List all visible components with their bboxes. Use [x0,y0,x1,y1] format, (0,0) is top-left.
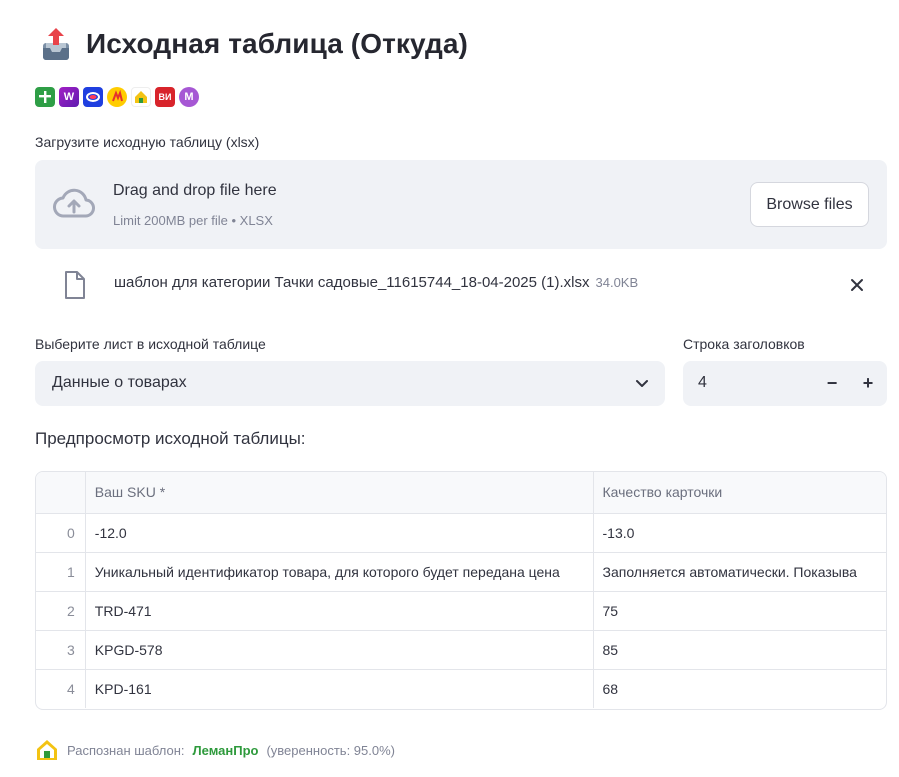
row-index: 3 [36,630,86,670]
table-cell[interactable]: KPD-161 [85,669,594,708]
file-size: 34.0KB [595,275,639,290]
table-cell[interactable]: TRD-471 [85,591,594,631]
dropzone-limit: Limit 200MB per file • XLSX [113,213,273,228]
sheet-select-label: Выберите лист в исходной таблице [35,336,266,352]
yandex-market-badge-icon [107,87,127,107]
column-header[interactable]: Ваш SKU * [85,472,594,514]
close-icon[interactable] [848,276,866,294]
lemanpro-badge-icon [131,87,151,107]
table-header-row: Ваш SKU * Качество карточки [36,472,886,514]
template-detected-status: Распознан шаблон: ЛеманПро (уверенность:… [35,738,395,762]
row-index: 4 [36,669,86,708]
increment-button[interactable]: + [850,361,886,406]
table-row: 3 KPGD-578 85 [36,630,886,670]
file-icon [63,270,87,300]
table-cell[interactable]: -12.0 [85,513,594,553]
wildberries-badge-icon: W [59,87,79,107]
table-cell[interactable]: 85 [593,630,886,670]
decrement-button[interactable]: − [814,361,850,406]
table-cell[interactable]: 75 [593,591,886,631]
uploaded-file-name: шаблон для категории Тачки садовые_11615… [114,274,638,291]
file-name-text: шаблон для категории Тачки садовые_11615… [114,274,590,291]
vseinstrumenti-badge-icon: ВИ [155,87,175,107]
row-index: 2 [36,591,86,631]
app-page: Исходная таблица (Откуда) W ВИ М Загрузи… [0,0,899,777]
dropzone-title: Drag and drop file here [113,182,277,199]
uploaded-file-row: шаблон для категории Тачки садовые_11615… [35,266,887,306]
table-row: 0 -12.0 -13.0 [36,513,886,553]
detected-template-name: ЛеманПро [192,742,259,758]
table-cell[interactable]: -13.0 [593,513,886,553]
table-row: 1 Уникальный идентификатор товара, для к… [36,552,886,592]
upload-label: Загрузите исходную таблицу (xlsx) [35,134,260,150]
table-row: 2 TRD-471 75 [36,591,886,631]
row-index: 0 [36,513,86,553]
plus-badge-icon [35,87,55,107]
header-row-stepper: 4 − + [683,361,887,406]
cloud-upload-icon [53,187,95,219]
table-cell[interactable]: 68 [593,669,886,708]
page-title: Исходная таблица (Откуда) [86,28,468,59]
inbox-tray-icon [40,26,72,62]
status-prefix: Распознан шаблон: [67,742,185,758]
house-icon [35,738,59,762]
preview-table[interactable]: Ваш SKU * Качество карточки 0 -12.0 -13.… [35,471,887,710]
preview-title: Предпросмотр исходной таблицы: [35,429,306,448]
megamarket-badge-icon: М [179,87,199,107]
table-cell[interactable]: KPGD-578 [85,630,594,670]
index-header [36,472,86,514]
chevron-down-icon [635,376,649,390]
confidence-text: (уверенность: 95.0%) [266,742,395,758]
browse-files-button[interactable]: Browse files [750,182,869,227]
file-dropzone[interactable]: Drag and drop file here Limit 200MB per … [35,160,887,249]
ozon-badge-icon [83,87,103,107]
sheet-select[interactable]: Данные о товарах [35,361,665,406]
row-index: 1 [36,552,86,592]
table-cell[interactable]: Уникальный идентификатор товара, для кот… [85,552,594,592]
page-header: Исходная таблица (Откуда) [40,26,468,62]
header-row-label: Строка заголовков [683,336,805,352]
marketplace-badges: W ВИ М [35,87,199,107]
column-header[interactable]: Качество карточки [593,472,886,514]
sheet-select-value: Данные о товарах [52,374,187,391]
table-row: 4 KPD-161 68 [36,669,886,708]
header-row-input[interactable]: 4 [698,374,707,392]
table-cell[interactable]: Заполняется автоматически. Показыва [593,552,886,592]
